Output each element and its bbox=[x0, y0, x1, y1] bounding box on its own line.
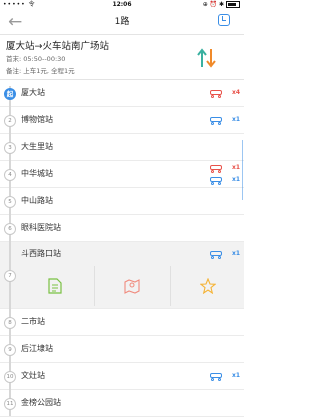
stop-row[interactable]: 11 金榜公园站 bbox=[0, 390, 244, 417]
stop-row[interactable]: 8 二市站 bbox=[0, 309, 244, 336]
bus-icon bbox=[210, 251, 222, 259]
stop-name: 厦大站 bbox=[21, 88, 45, 97]
stop-name: 文灶站 bbox=[21, 371, 45, 380]
stop-row[interactable]: 6 眼科医院站 bbox=[0, 215, 244, 242]
document-icon bbox=[48, 278, 62, 294]
map-pin-icon bbox=[124, 279, 140, 294]
status-icons: ⊕ ⏰ ✱ bbox=[203, 0, 240, 10]
stop-index: 6 bbox=[4, 223, 16, 235]
stop-name: 眼科医院站 bbox=[21, 223, 61, 232]
stop-map-button[interactable] bbox=[94, 266, 171, 306]
page-title: 1路 bbox=[114, 17, 130, 27]
stop-row[interactable]: 10 文灶站 x1 bbox=[0, 363, 244, 390]
bus-count: x1 bbox=[231, 372, 240, 379]
stop-name: 中华城站 bbox=[21, 169, 53, 178]
bus-count: x1 bbox=[231, 164, 240, 171]
fare-note: 备注: 上车1元, 全程1元 bbox=[6, 67, 75, 75]
stop-row[interactable]: 5 中山路站 bbox=[0, 188, 244, 215]
stop-index: 11 bbox=[4, 398, 16, 410]
stop-name: 中山路站 bbox=[21, 196, 53, 205]
stop-index: 9 bbox=[4, 344, 16, 356]
route-direction: 厦大站→火车站南广场站 bbox=[6, 41, 109, 52]
alarm-clock-icon[interactable] bbox=[218, 14, 230, 26]
bus-count: x1 bbox=[231, 116, 240, 123]
stop-index: 3 bbox=[4, 142, 16, 154]
stop-list[interactable]: 起 厦大站 x4 2 博物馆站 x1 3 大生里站 4 中华城站 x1 x1 5… bbox=[0, 80, 244, 417]
stop-name: 金榜公园站 bbox=[21, 398, 61, 407]
stop-actions bbox=[18, 266, 244, 306]
status-indicators: ⊕ ⏰ ✱ bbox=[202, 1, 225, 8]
stop-index: 8 bbox=[4, 317, 16, 329]
bus-icon bbox=[210, 90, 222, 98]
stop-index: 5 bbox=[4, 196, 16, 208]
bus-icon bbox=[210, 165, 222, 173]
swap-direction-icon[interactable] bbox=[196, 45, 218, 71]
stop-row-expanded[interactable]: 7 斗西路口站 x1 bbox=[0, 242, 244, 309]
bus-icon bbox=[210, 373, 222, 381]
bus-icon bbox=[210, 177, 222, 185]
stop-index: 4 bbox=[4, 169, 16, 181]
stop-name: 二市站 bbox=[21, 317, 45, 326]
stop-row[interactable]: 9 后江埭站 bbox=[0, 336, 244, 363]
stop-name: 大生里站 bbox=[21, 142, 53, 151]
bus-icon bbox=[210, 117, 222, 125]
battery-icon bbox=[226, 1, 240, 8]
nav-bar: ← 1路 bbox=[0, 10, 244, 35]
stop-row[interactable]: 2 博物馆站 x1 bbox=[0, 107, 244, 134]
stop-row[interactable]: 起 厦大站 x4 bbox=[0, 80, 244, 107]
star-icon bbox=[200, 278, 216, 294]
stop-row[interactable]: 4 中华城站 x1 x1 bbox=[0, 161, 244, 188]
bus-count: x4 bbox=[231, 89, 240, 96]
stop-index: 7 bbox=[4, 270, 16, 282]
bus-count: x1 bbox=[231, 176, 240, 183]
favorite-stop-button[interactable] bbox=[170, 266, 246, 306]
stop-index: 10 bbox=[4, 371, 16, 383]
route-line bbox=[9, 86, 11, 416]
stop-name: 博物馆站 bbox=[21, 115, 53, 124]
stop-index: 起 bbox=[4, 88, 16, 100]
stop-index: 2 bbox=[4, 115, 16, 127]
stop-detail-button[interactable] bbox=[18, 266, 95, 306]
stop-name: 后江埭站 bbox=[21, 344, 53, 353]
service-hours: 首末: 05:50--00:30 bbox=[6, 55, 66, 63]
status-bar: ••••• 令 12:06 ⊕ ⏰ ✱ bbox=[0, 0, 244, 10]
route-info: 厦大站→火车站南广场站 首末: 05:50--00:30 备注: 上车1元, 全… bbox=[0, 35, 244, 80]
bus-count: x1 bbox=[231, 250, 240, 257]
stop-name: 斗西路口站 bbox=[21, 249, 61, 258]
stop-row[interactable]: 3 大生里站 bbox=[0, 134, 244, 161]
scrollbar[interactable] bbox=[242, 140, 243, 200]
